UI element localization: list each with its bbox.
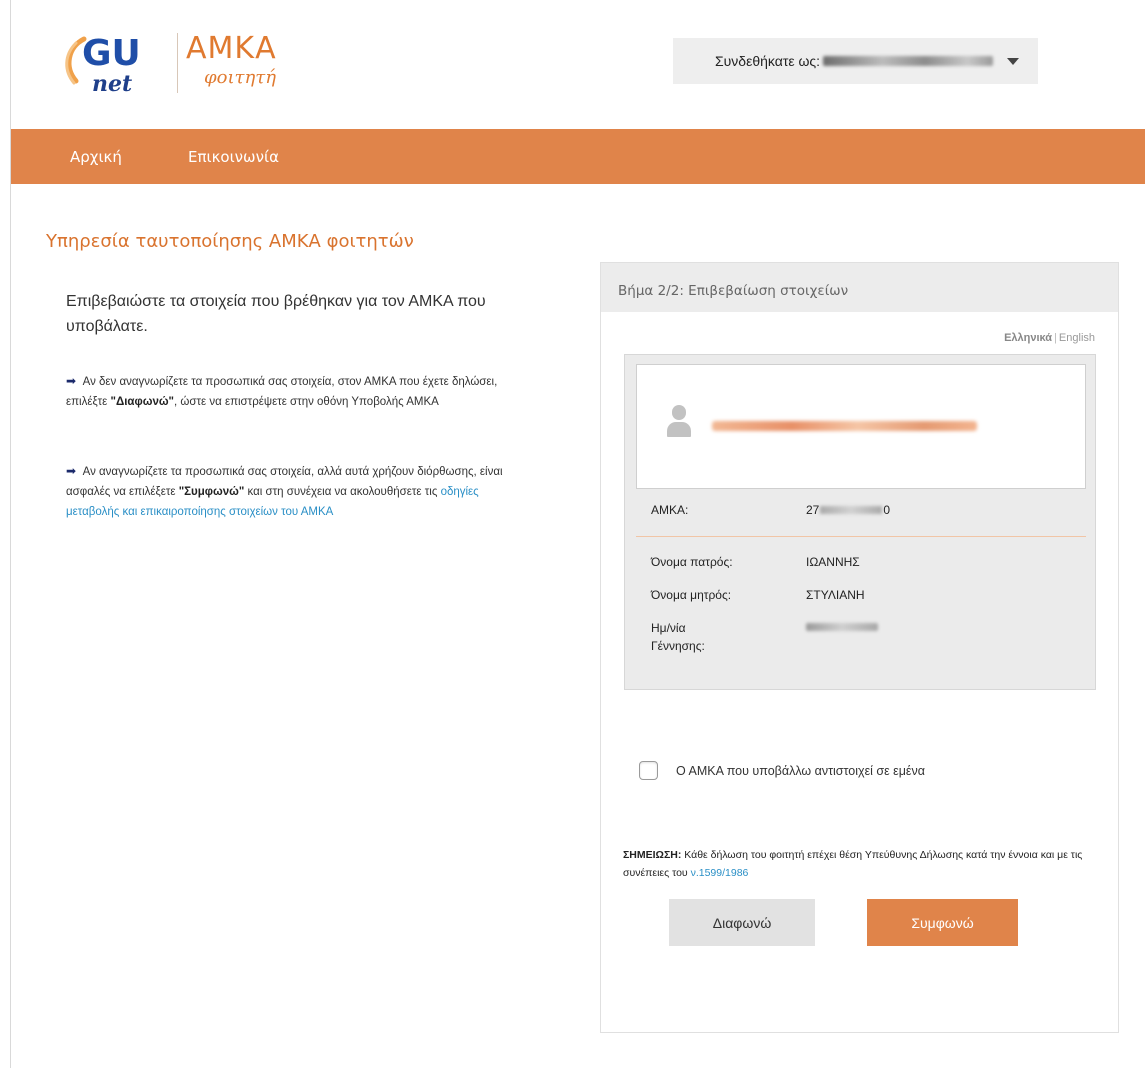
confirmation-panel: Βήμα 2/2: Επιβεβαίωση στοιχείων Ελληνικά… [600, 262, 1119, 1033]
student-info-box: ΑΜΚΑ: 27 0 Όνομα πατρός: ΙΩΑΝΝΗΣ Όνομα μη… [624, 354, 1096, 690]
gunet-amka-logo[interactable]: GU net ΑΜΚΑ φοιτητή [62, 25, 292, 105]
instruction-agree: ➡ Αν αναγνωρίζετε τα προσωπικά σας στοιχ… [66, 461, 526, 522]
svg-text:net: net [92, 71, 132, 97]
lang-greek[interactable]: Ελληνικά [1004, 332, 1052, 344]
redacted-birth-date [806, 623, 878, 631]
confirm-amka-row[interactable]: Ο ΑΜΚΑ που υποβάλλω αντιστοιχεί σε εμένα [639, 761, 925, 780]
chevron-down-icon[interactable] [1007, 57, 1020, 65]
amka-value-prefix: 27 [806, 503, 820, 517]
father-name-label: Όνομα πατρός: [651, 555, 733, 569]
main-navbar: Αρχική Επικοινωνία [11, 129, 1145, 184]
nav-item-home[interactable]: Αρχική [70, 148, 122, 166]
redacted-username [823, 56, 994, 66]
student-name-card [636, 364, 1086, 489]
law-link[interactable]: ν.1599/1986 [691, 867, 749, 879]
user-menu-dropdown[interactable]: Συνδεθήκατε ως: [673, 38, 1038, 84]
mother-name-label: Όνομα μητρός: [651, 588, 732, 602]
page-title: Υπηρεσία ταυτοποίησης ΑΜΚΑ φοιτητών [46, 231, 414, 252]
confirm-amka-label[interactable]: Ο ΑΜΚΑ που υποβάλλω αντιστοιχεί σε εμένα [676, 764, 925, 778]
lang-separator: | [1054, 332, 1057, 344]
nav-item-contact[interactable]: Επικοινωνία [188, 148, 279, 166]
disagree-button[interactable]: Διαφωνώ [669, 899, 815, 946]
gunet-logo-icon: GU net [65, 33, 141, 97]
amka-redacted [820, 506, 883, 514]
logo-subtitle: φοιτητή [204, 67, 276, 88]
confirm-amka-checkbox[interactable] [639, 761, 658, 780]
arrow-right-icon: ➡ [66, 464, 77, 478]
amka-label: ΑΜΚΑ: [651, 503, 689, 517]
step-title: Βήμα 2/2: Επιβεβαίωση στοιχείων [601, 263, 1118, 312]
birth-date-label: Ημ/νία Γέννησης: [651, 619, 705, 655]
mother-name-value: ΣΤΥΛΙΑΝΗ [806, 588, 865, 602]
legal-note: ΣΗΜΕΙΩΣΗ: Κάθε δήλωση του φοιτητή επέχει… [623, 846, 1103, 882]
instruction-disagree-bold: "Διαφωνώ" [110, 396, 175, 408]
amka-value: 27 0 [806, 503, 890, 517]
amka-value-suffix: 0 [883, 503, 891, 517]
birth-date-label-line2: Γέννησης: [651, 639, 705, 653]
lang-english[interactable]: English [1059, 332, 1095, 344]
language-switcher: Ελληνικά | English [1004, 332, 1095, 344]
redacted-student-name [712, 421, 977, 431]
agree-button[interactable]: Συμφωνώ [867, 899, 1018, 946]
note-label: ΣΗΜΕΙΩΣΗ: [623, 849, 682, 861]
birth-date-label-line1: Ημ/νία [651, 621, 686, 635]
father-name-value: ΙΩΑΝΝΗΣ [806, 555, 860, 569]
logo-divider [177, 33, 178, 93]
svg-text:GU: GU [82, 33, 141, 74]
arrow-right-icon: ➡ [66, 374, 77, 388]
logged-in-label: Συνδεθήκατε ως: [715, 53, 821, 69]
intro-text: Επιβεβαιώστε τα στοιχεία που βρέθηκαν γι… [66, 293, 486, 335]
user-avatar-icon [667, 405, 691, 437]
instruction-disagree-text-2: , ώστε να επιστρέψετε στην οθόνη Υποβολή… [174, 396, 439, 408]
info-divider [636, 536, 1086, 537]
instruction-disagree: ➡ Αν δεν αναγνωρίζετε τα προσωπικά σας σ… [66, 371, 526, 412]
logo-amka-text: ΑΜΚΑ [186, 31, 277, 66]
instruction-agree-bold: "Συμφωνώ" [178, 486, 245, 498]
instruction-agree-text-2: και στη συνέχεια να ακολουθήσετε τις [244, 486, 441, 498]
